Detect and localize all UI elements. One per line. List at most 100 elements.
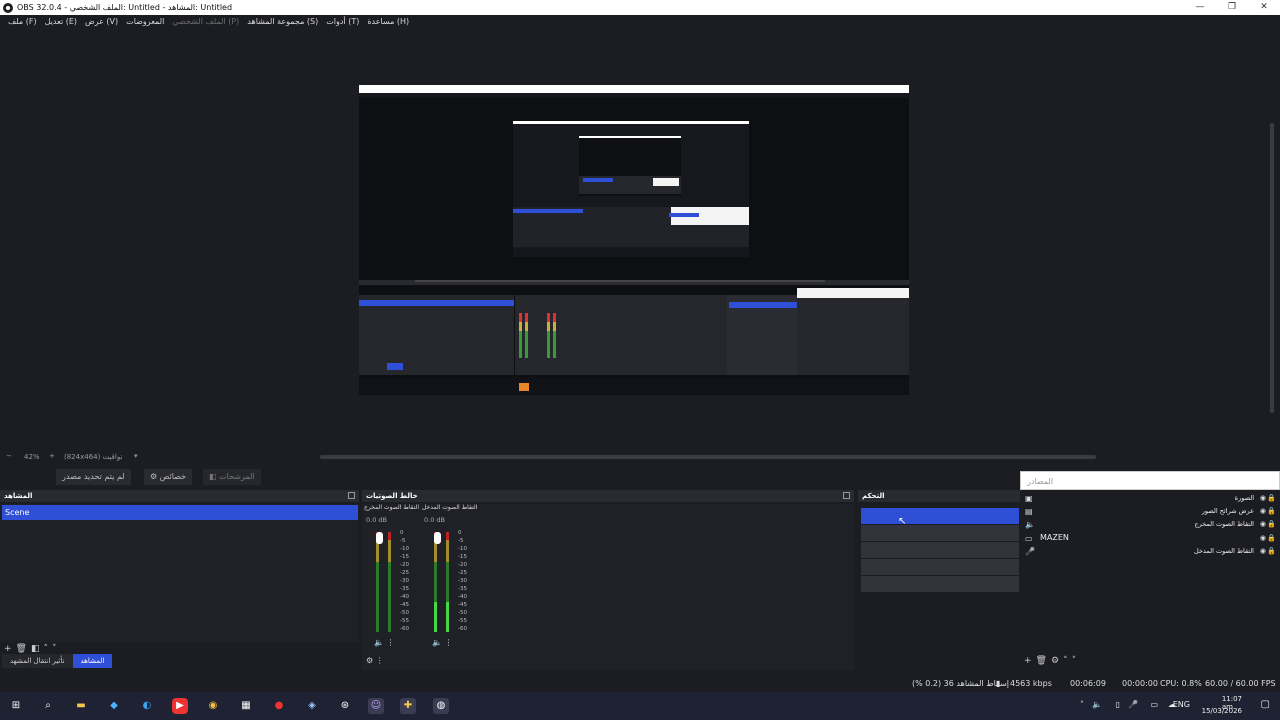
- visibility-eye-icon[interactable]: ◉: [1260, 547, 1266, 555]
- meter-scale-tick: -40: [458, 594, 467, 600]
- close-button[interactable]: ✕: [1248, 0, 1280, 15]
- obs-taskbar-icon[interactable]: ◍: [433, 698, 449, 714]
- meter-scale-tick: -15: [400, 554, 409, 560]
- search-icon[interactable]: ⌕: [40, 698, 56, 714]
- filter-icon[interactable]: ◧: [31, 644, 40, 654]
- zoom-out-button[interactable]: −: [6, 452, 12, 460]
- lock-icon[interactable]: 🔒: [1267, 547, 1276, 555]
- zoom-dropdown-icon[interactable]: ▾: [134, 452, 138, 460]
- more-icon[interactable]: ⋮: [445, 638, 453, 647]
- studio-mode-button[interactable]: [861, 559, 1019, 575]
- app-circle-icon[interactable]: ⊛: [337, 698, 353, 714]
- volume-fader[interactable]: [376, 532, 383, 544]
- speaker-icon: 🔈: [1025, 520, 1035, 529]
- settings-button[interactable]: [861, 576, 1019, 592]
- source-item-desktop-audio[interactable]: 🔈 التقاط الصوت المخرج ◉ 🔒: [1020, 518, 1280, 531]
- visibility-eye-icon[interactable]: ◉: [1260, 520, 1266, 528]
- volume-fader[interactable]: [434, 532, 441, 544]
- sources-search-input[interactable]: المصادر: [1020, 471, 1280, 490]
- copilot-icon[interactable]: ◆: [106, 698, 122, 714]
- scene-item[interactable]: Scene: [2, 505, 358, 520]
- undock-icon[interactable]: [843, 492, 850, 499]
- maximize-button[interactable]: ❐: [1216, 0, 1248, 15]
- source-item-image[interactable]: ▣ الصورة ◉ 🔒: [1020, 492, 1280, 505]
- source-item-slideshow[interactable]: ▤ عرض شرائح الصور ◉ 🔒: [1020, 505, 1280, 518]
- meter-scale-tick: -35: [458, 586, 467, 592]
- down-icon[interactable]: ˅: [52, 644, 57, 654]
- steam-icon[interactable]: ◈: [304, 698, 320, 714]
- youtube-icon[interactable]: ▶: [172, 698, 188, 714]
- start-recording-button[interactable]: [861, 525, 1019, 541]
- lock-icon[interactable]: 🔒: [1267, 520, 1276, 528]
- discord-icon[interactable]: ☺: [368, 698, 384, 714]
- notification-icon[interactable]: ▢: [1261, 699, 1270, 710]
- preview-nested-menubar: [359, 93, 909, 98]
- edge-icon[interactable]: ◐: [139, 698, 155, 714]
- app-pinned-icon[interactable]: ✚: [400, 698, 416, 714]
- minimize-button[interactable]: —: [1184, 0, 1216, 15]
- menu-file[interactable]: ملف (F): [4, 15, 41, 29]
- preview-horizontal-scrollbar[interactable]: [320, 455, 1096, 459]
- menu-edit[interactable]: تعديل (E): [41, 15, 81, 29]
- add-icon[interactable]: +: [4, 644, 12, 654]
- meter-scale-tick: -5: [400, 538, 406, 544]
- visibility-eye-icon[interactable]: ◉: [1260, 534, 1266, 542]
- store-icon[interactable]: ▦: [238, 698, 254, 714]
- up-icon[interactable]: ˄: [44, 644, 49, 654]
- menu-profile[interactable]: الملف الشخصي (P): [168, 15, 243, 29]
- preview-vertical-scrollbar[interactable]: [1270, 123, 1274, 413]
- properties-button[interactable]: ⚙ خصائص: [144, 469, 193, 485]
- preview-canvas[interactable]: [359, 85, 909, 395]
- start-windows-icon[interactable]: ⊞: [8, 698, 24, 714]
- lock-icon[interactable]: 🔒: [1267, 534, 1276, 542]
- meter-scale-tick: -15: [458, 554, 467, 560]
- volume-meter: [388, 532, 391, 632]
- visibility-eye-icon[interactable]: ◉: [1260, 494, 1266, 502]
- chrome-icon[interactable]: ◉: [205, 698, 221, 714]
- mixer-title: خالط الصوتيات: [366, 492, 418, 500]
- menu-help[interactable]: مساعدة (H): [363, 15, 413, 29]
- speaker-icon[interactable]: 🔈: [374, 638, 384, 647]
- clock-date[interactable]: 15/03/2026: [1202, 707, 1242, 715]
- meter-scale-tick: -40: [400, 594, 409, 600]
- source-item-mic[interactable]: 🎤 التقاط الصوت المدخل ◉ 🔒: [1020, 545, 1280, 558]
- trash-icon[interactable]: 🗑: [1036, 656, 1047, 666]
- trash-icon[interactable]: 🗑: [16, 644, 27, 654]
- start-streaming-button[interactable]: [861, 508, 1019, 524]
- visibility-eye-icon[interactable]: ◉: [1260, 507, 1266, 515]
- more-icon[interactable]: ⋮: [387, 638, 395, 647]
- network-icon[interactable]: ▭: [1150, 700, 1158, 709]
- app-red-icon[interactable]: ●: [271, 698, 287, 714]
- down-icon[interactable]: ˅: [1072, 656, 1077, 666]
- lock-icon[interactable]: 🔒: [1267, 494, 1276, 502]
- zoom-in-button[interactable]: +: [49, 452, 55, 460]
- menu-scene-collection[interactable]: مجموعة المشاهد (S): [243, 15, 322, 29]
- mic-tray-icon[interactable]: 🎤: [1128, 700, 1138, 709]
- start-virtual-camera-button[interactable]: [861, 542, 1019, 558]
- source-item-display[interactable]: ▭ MAZEN ◉ 🔒: [1020, 532, 1280, 545]
- canvas-size-label: (824x464) تواقيت: [64, 453, 123, 461]
- menu-view[interactable]: عرض (V): [81, 15, 122, 29]
- filters-button[interactable]: ◧ المرشحات: [203, 469, 261, 485]
- tab-scene-transitions[interactable]: تأثير انتقال المشهد: [2, 654, 73, 668]
- menu-docks[interactable]: المعروضات: [122, 15, 168, 29]
- file-explorer-icon[interactable]: ▬: [73, 698, 89, 714]
- battery-icon: ▯: [1115, 700, 1120, 709]
- add-icon[interactable]: +: [1024, 656, 1032, 666]
- volume-tray-icon[interactable]: 🔈: [1092, 700, 1102, 709]
- controls-title: التحكم: [862, 492, 885, 500]
- window-titlebar: OBS 32.0.4 - الملف الشخصي: Untitled - ال…: [0, 0, 1280, 15]
- up-icon[interactable]: ˄: [1063, 656, 1068, 666]
- more-icon[interactable]: ⋮: [376, 656, 384, 665]
- menu-tools[interactable]: أدوات (T): [322, 15, 363, 29]
- tray-chevron-icon[interactable]: ˄: [1080, 700, 1084, 709]
- image-icon: ▣: [1025, 494, 1033, 503]
- gear-icon[interactable]: ⚙: [1051, 656, 1059, 666]
- tab-scenes[interactable]: المشاهد: [72, 654, 113, 668]
- undock-icon[interactable]: [348, 492, 355, 499]
- speaker-icon[interactable]: 🔈: [432, 638, 442, 647]
- lock-icon[interactable]: 🔒: [1267, 507, 1276, 515]
- preview-area[interactable]: [0, 30, 1280, 450]
- language-indicator[interactable]: ENG: [1173, 700, 1190, 709]
- mixer-settings-icon[interactable]: ⚙: [366, 656, 373, 665]
